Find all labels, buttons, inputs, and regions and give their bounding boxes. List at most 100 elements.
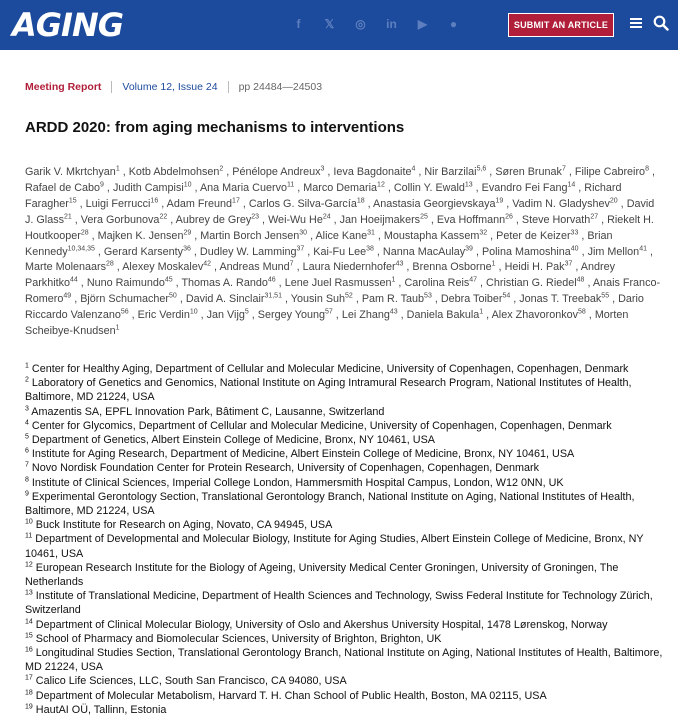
author-affiliation-marker: 43 [389, 308, 398, 316]
author-name-text: Lene Juel Rasmussen [284, 277, 392, 290]
affiliation-item: 17 Calico Life Sciences, LLC, South San … [25, 674, 665, 688]
author-name: Judith Campisi10 [113, 181, 192, 194]
author-affiliation-marker: 21 [64, 213, 72, 221]
reddit-icon[interactable]: ● [445, 15, 462, 32]
author-name: Heidi H. Pak37 [505, 261, 573, 274]
author-name-text: Søren Brunak [495, 166, 562, 178]
affiliation-item: 12 European Research Institute for the B… [25, 561, 665, 589]
author-name: Nuno Raimundo45 [86, 277, 173, 290]
affiliation-text: Longitudinal Studies Section, Translatio… [25, 647, 663, 674]
author-affiliation-marker: 10 [183, 181, 192, 189]
author-name: Kai-Fu Lee38 [313, 245, 374, 258]
author-name: Vera Gorbunova22 [80, 213, 167, 226]
affiliation-item: 6 Institute for Aging Research, Departme… [25, 447, 665, 461]
author-name-text: Alice Kane [315, 229, 368, 242]
linkedin-icon[interactable]: in [383, 15, 400, 32]
author-name-text: Marco Demaria [303, 181, 378, 194]
author-name: Carolina Reis47 [404, 277, 477, 290]
author-affiliation-marker: 19 [495, 197, 504, 205]
author-name-text: Kai-Fu Lee [313, 245, 367, 258]
affiliation-item: 14 Department of Clinical Molecular Biol… [25, 618, 665, 632]
author-affiliation-marker: 33 [570, 229, 579, 237]
author-name-text: Daniela Bakula [406, 309, 480, 322]
author-name-text: Polina Mamoshina [481, 245, 571, 258]
author-name: Anastasia Georgievskaya19 [373, 197, 504, 210]
author-name-text: Filipe Cabreiro [574, 166, 646, 178]
author-affiliation-marker: 28 [80, 229, 89, 237]
author-affiliation-marker: 31,51 [264, 292, 282, 300]
author-name-text: Pénélope Andreux [232, 166, 321, 178]
affiliation-number: 10 [25, 518, 33, 526]
x-icon[interactable]: 𝕏 [321, 15, 338, 32]
affiliation-text: Center for Healthy Aging, Department of … [28, 363, 629, 375]
author-name-text: Andreas Mund [219, 261, 290, 274]
affiliation-text: Novo Nordisk Foundation Center for Prote… [28, 462, 540, 475]
author-name-text: Jonas T. Treebak [519, 293, 602, 306]
author-name: Christian G. Riedel48 [486, 277, 584, 290]
affiliation-item: 15 School of Pharmacy and Biomolecular S… [25, 632, 665, 646]
author-name: Thomas A. Rando46 [181, 277, 275, 290]
affiliation-text: School of Pharmacy and Biomolecular Scie… [32, 632, 442, 645]
author-affiliation-marker: 40 [570, 244, 579, 252]
author-name: Brenna Osborne1 [412, 261, 495, 274]
author-affiliation-marker: 29 [183, 229, 192, 237]
article-type: Meeting Report [25, 81, 102, 93]
author-affiliation-marker: 5,6 [476, 165, 487, 173]
author-name: Pénélope Andreux3 [232, 165, 325, 178]
author-affiliation-marker: 8 [645, 165, 649, 173]
author-name-text: Vera Gorbunova [80, 213, 160, 226]
author-affiliation-marker: 11 [286, 181, 295, 189]
author-name: Laura Niedernhofer43 [303, 261, 404, 274]
article-meta: Meeting Report Volume 12, Issue 24 pp 24… [25, 81, 322, 93]
author-name-text: Alexey Moskalev [122, 261, 204, 274]
author-name-text: Peter de Keizer [496, 229, 571, 242]
author-affiliation-marker: 10,34,35 [67, 244, 95, 252]
site-logo[interactable]: AGING [12, 6, 124, 44]
affiliation-number: 18 [25, 689, 33, 697]
affiliation-item: 13 Institute of Translational Medicine, … [25, 589, 665, 617]
youtube-icon[interactable]: ▶ [414, 15, 431, 32]
hamburger-menu-icon[interactable] [630, 18, 642, 28]
volume-issue-link[interactable]: Volume 12, Issue 24 [122, 81, 217, 93]
affiliation-text: Department of Developmental and Molecula… [25, 533, 644, 560]
author-affiliation-marker: 39 [465, 244, 473, 252]
author-affiliation-marker: 20 [609, 197, 618, 205]
affiliation-item: 11 Department of Developmental and Molec… [25, 532, 665, 560]
author-name-text: Yousin Suh [290, 293, 346, 306]
author-name-text: Lei Zhang [341, 309, 390, 322]
facebook-icon[interactable]: f [290, 15, 307, 32]
author-name-text: Majken K. Jensen [97, 229, 184, 242]
author-affiliation-marker: 3 [320, 165, 325, 173]
affiliation-text: Department of Molecular Metabolism, Harv… [32, 689, 547, 702]
author-name: Polina Mamoshina40 [481, 244, 579, 258]
author-name: Martin Borch Jensen30 [200, 229, 307, 242]
author-name: Carlos G. Silva-García18 [249, 197, 365, 210]
affiliation-text: Department of Genetics, Albert Einstein … [28, 434, 436, 447]
author-name-text: Pam R. Taub [361, 293, 425, 306]
author-affiliation-marker: 16 [150, 197, 159, 205]
author-name-text: Jan Vijg [206, 309, 245, 322]
author-name: Jim Mellon41 [587, 245, 647, 258]
author-name: Daniela Bakula1 [406, 309, 484, 322]
affiliation-text: Laboratory of Genetics and Genomics, Nat… [25, 377, 632, 404]
author-name: Jonas T. Treebak55 [519, 293, 609, 306]
author-affiliation-marker: 2 [219, 165, 224, 173]
author-affiliation-marker: 10 [189, 308, 198, 316]
author-name: Ieva Bagdonaite4 [333, 165, 416, 178]
author-name: Jan Vijg5 [206, 309, 249, 322]
affiliation-text: HautAI OÜ, Tallinn, Estonia [32, 703, 167, 716]
author-affiliation-marker: 57 [325, 308, 333, 316]
author-name-text: Nuno Raimundo [86, 277, 165, 290]
affiliation-text: Department of Clinical Molecular Biology… [32, 618, 608, 631]
search-icon[interactable] [653, 15, 669, 31]
author-name-text: Jim Mellon [587, 245, 640, 258]
affiliation-text: Institute for Aging Research, Department… [28, 448, 575, 461]
instagram-icon[interactable]: ◎ [352, 15, 369, 32]
submit-article-button[interactable]: SUBMIT AN ARTICLE [508, 13, 614, 37]
author-name-text: Ana Maria Cuervo [199, 181, 287, 194]
author-affiliation-marker: 54 [502, 292, 511, 300]
author-name-text: Rafael de Cabo [25, 181, 101, 194]
author-affiliation-marker: 4 [411, 165, 416, 173]
author-name: Collin Y. Ewald13 [394, 181, 473, 194]
author-name-text: Thomas A. Rando [181, 277, 268, 290]
